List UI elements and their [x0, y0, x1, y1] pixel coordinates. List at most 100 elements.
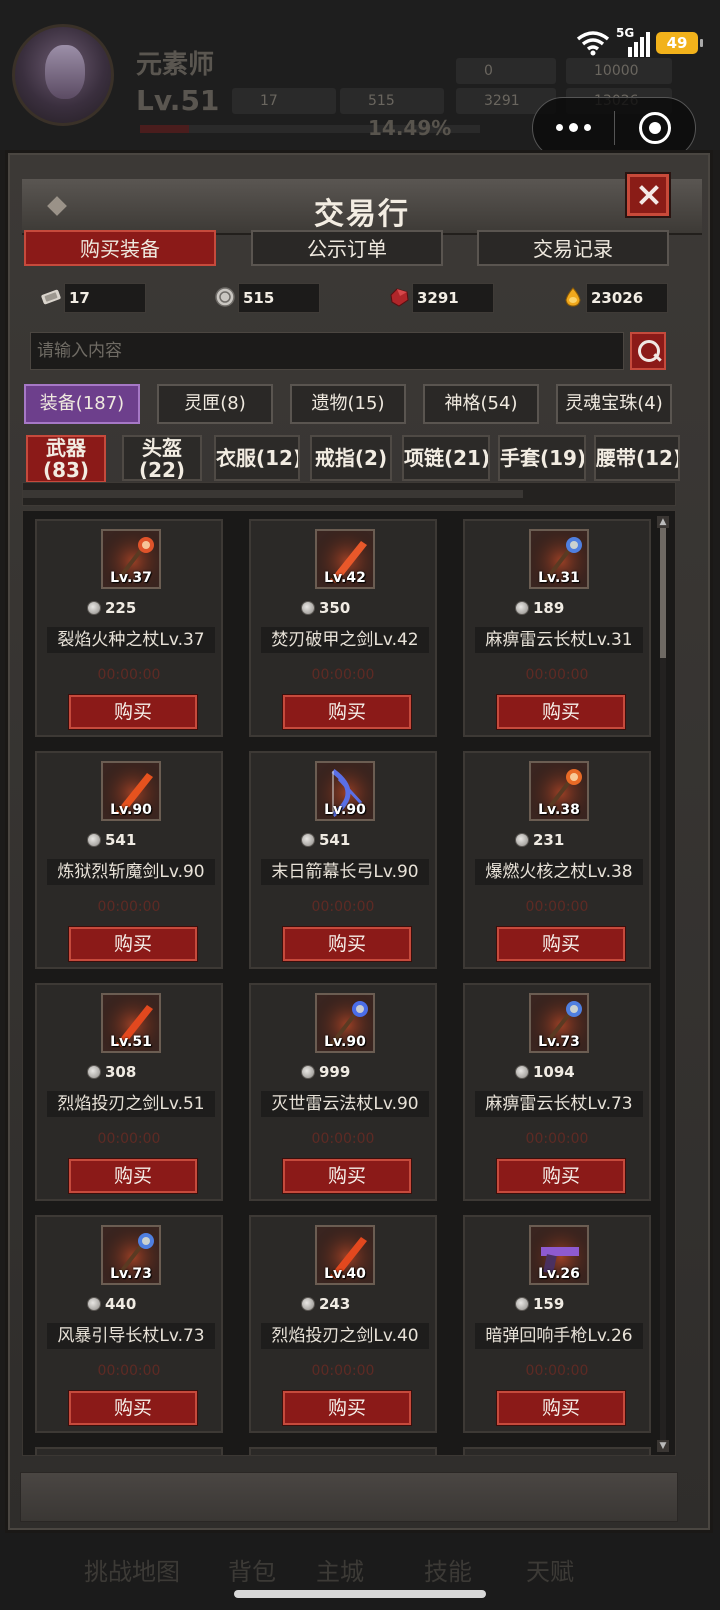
network-label: 5G — [616, 26, 635, 40]
subtab-belts[interactable]: 腰带(12) — [594, 435, 680, 481]
item-icon-frame[interactable]: Lv.51 — [101, 993, 161, 1053]
tab-buy-equipment[interactable]: 购买装备 — [24, 230, 216, 266]
item-icon-frame[interactable]: Lv.31 — [529, 529, 589, 589]
category-soul-orb[interactable]: 灵魂宝珠(4) — [556, 384, 672, 424]
subtab-necklaces[interactable]: 项链(21) — [402, 435, 490, 481]
hud-red-stat-a: 0 — [456, 58, 556, 84]
item-icon-frame[interactable]: Lv.37 — [101, 529, 161, 589]
search-input[interactable] — [31, 333, 623, 369]
silver-coin-icon — [87, 1065, 101, 1079]
subtab-rings[interactable]: 戒指(2) — [310, 435, 392, 481]
item-icon-frame[interactable]: Lv.90 — [315, 761, 375, 821]
subtab-clothes[interactable]: 衣服(12) — [214, 435, 300, 481]
category-spirit-box[interactable]: 灵匣(8) — [157, 384, 273, 424]
subtab-gloves[interactable]: 手套(19) — [498, 435, 586, 481]
search-button[interactable] — [630, 332, 666, 370]
item-timer: 00:00:00 — [311, 1363, 375, 1379]
buy-button[interactable]: 购买 — [496, 1390, 626, 1426]
item-level: Lv.73 — [110, 1266, 152, 1282]
nav-bag[interactable]: 背包 — [228, 1552, 276, 1587]
silver-coin-icon — [301, 1297, 315, 1311]
item-card[interactable] — [463, 1447, 651, 1455]
scroll-up-icon[interactable]: ▲ — [657, 516, 669, 528]
subtab-weapons[interactable]: 武器 (83) — [26, 435, 106, 483]
item-icon-frame[interactable]: Lv.26 — [529, 1225, 589, 1285]
buy-button[interactable]: 购买 — [68, 1390, 198, 1426]
buy-button[interactable]: 购买 — [68, 926, 198, 962]
item-card[interactable]: Lv.90 541 末日箭幕长弓Lv.90 00:00:00 购买 — [249, 751, 437, 969]
item-card[interactable]: Lv.51 308 烈焰投刃之剑Lv.51 00:00:00 购买 — [35, 983, 223, 1201]
item-icon-frame[interactable]: Lv.73 — [529, 993, 589, 1053]
item-card[interactable]: Lv.31 189 麻痹雷云长杖Lv.31 00:00:00 购买 — [463, 519, 651, 737]
battery-icon: 49 — [656, 32, 703, 54]
buy-button[interactable]: 购买 — [496, 926, 626, 962]
item-card[interactable]: Lv.38 231 爆燃火核之杖Lv.38 00:00:00 购买 — [463, 751, 651, 969]
item-price-value: 350 — [319, 599, 351, 617]
category-equipment[interactable]: 装备(187) — [24, 384, 140, 424]
item-timer: 00:00:00 — [525, 667, 589, 683]
item-icon-frame[interactable]: Lv.42 — [315, 529, 375, 589]
item-icon-frame[interactable]: Lv.90 — [315, 993, 375, 1053]
more-dots-icon — [555, 123, 591, 132]
buy-button[interactable]: 购买 — [68, 694, 198, 730]
nav-skills[interactable]: 技能 — [424, 1552, 472, 1587]
hud-gold-stat-a: 10000 — [566, 58, 672, 84]
item-name: 灭世雷云法杖Lv.90 — [261, 1091, 429, 1117]
category-relics[interactable]: 遗物(15) — [290, 384, 406, 424]
bottom-nav: 挑战地图 背包 主城 技能 天赋 — [0, 1530, 720, 1610]
item-icon-frame[interactable]: Lv.40 — [315, 1225, 375, 1285]
item-price: 225 — [87, 599, 136, 617]
item-price: 1094 — [515, 1063, 575, 1081]
item-price: 999 — [301, 1063, 350, 1081]
item-card[interactable]: Lv.40 243 烈焰投刃之剑Lv.40 00:00:00 购买 — [249, 1215, 437, 1433]
item-icon-frame[interactable]: Lv.73 — [101, 1225, 161, 1285]
item-card[interactable]: Lv.42 350 焚刃破甲之剑Lv.42 00:00:00 购买 — [249, 519, 437, 737]
item-card[interactable]: Lv.90 541 炼狱烈斩魔剑Lv.90 00:00:00 购买 — [35, 751, 223, 969]
item-name: 炼狱烈斩魔剑Lv.90 — [47, 859, 215, 885]
buy-button[interactable]: 购买 — [496, 694, 626, 730]
buy-button[interactable]: 购买 — [282, 926, 412, 962]
item-price-value: 541 — [319, 831, 351, 849]
buy-button[interactable]: 购买 — [282, 1390, 412, 1426]
item-timer: 00:00:00 — [97, 1363, 161, 1379]
item-card[interactable]: Lv.73 440 风暴引导长杖Lv.73 00:00:00 购买 — [35, 1215, 223, 1433]
subtab-helmets[interactable]: 头盔 (22) — [122, 435, 202, 481]
item-timer: 00:00:00 — [97, 1131, 161, 1147]
item-card[interactable]: Lv.90 999 灭世雷云法杖Lv.90 00:00:00 购买 — [249, 983, 437, 1201]
exp-bar-fill — [140, 125, 190, 133]
item-card[interactable] — [35, 1447, 223, 1455]
buy-button[interactable]: 购买 — [68, 1158, 198, 1194]
item-card[interactable]: Lv.37 225 裂焰火种之杖Lv.37 00:00:00 购买 — [35, 519, 223, 737]
item-icon-frame[interactable]: Lv.90 — [101, 761, 161, 821]
silver-coin-icon — [215, 287, 235, 307]
more-button[interactable] — [533, 98, 614, 158]
scroll-down-icon[interactable]: ▼ — [657, 1440, 669, 1452]
item-grid-scrollbar[interactable]: ▲ ▼ — [657, 516, 671, 1454]
buy-button[interactable]: 购买 — [282, 1158, 412, 1194]
item-price: 350 — [301, 599, 350, 617]
item-card[interactable]: Lv.73 1094 麻痹雷云长杖Lv.73 00:00:00 购买 — [463, 983, 651, 1201]
buy-button[interactable]: 购买 — [282, 694, 412, 730]
home-indicator[interactable] — [234, 1590, 486, 1598]
subtab-scrollbar[interactable] — [22, 482, 676, 506]
exit-button[interactable] — [615, 98, 696, 158]
buy-button[interactable]: 购买 — [496, 1158, 626, 1194]
item-timer: 00:00:00 — [97, 899, 161, 915]
search-box — [30, 332, 624, 370]
category-divinity[interactable]: 神格(54) — [423, 384, 539, 424]
nav-map[interactable]: 挑战地图 — [84, 1552, 180, 1587]
player-name: 元素师 — [136, 50, 215, 80]
item-icon-frame[interactable]: Lv.38 — [529, 761, 589, 821]
nav-talent[interactable]: 天赋 — [526, 1552, 574, 1587]
item-grid: Lv.37 225 裂焰火种之杖Lv.37 00:00:00 购买 Lv.42 … — [22, 510, 676, 1456]
scroll-thumb[interactable] — [660, 528, 666, 658]
close-button[interactable] — [625, 172, 671, 218]
tab-public-orders[interactable]: 公示订单 — [251, 230, 443, 266]
tab-trade-records[interactable]: 交易记录 — [477, 230, 669, 266]
item-name: 麻痹雷云长杖Lv.31 — [475, 627, 643, 653]
nav-city[interactable]: 主城 — [316, 1552, 364, 1587]
item-card[interactable]: Lv.26 159 暗弹回响手枪Lv.26 00:00:00 购买 — [463, 1215, 651, 1433]
item-name: 焚刃破甲之剑Lv.42 — [261, 627, 429, 653]
item-name: 风暴引导长杖Lv.73 — [47, 1323, 215, 1349]
item-card[interactable] — [249, 1447, 437, 1455]
